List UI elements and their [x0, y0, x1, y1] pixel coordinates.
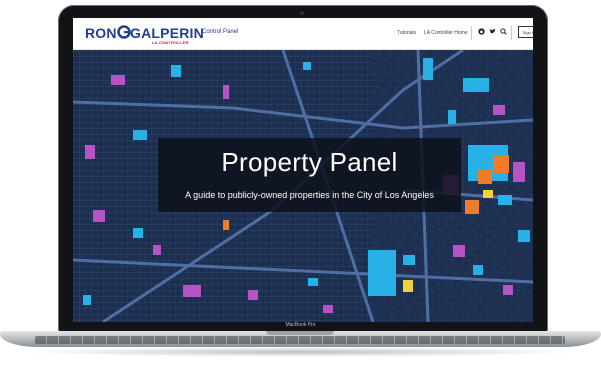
hero-banner: Property Panel A guide to publicly-owned… [158, 138, 461, 212]
webcam [300, 11, 304, 15]
nav-link-controller-home[interactable]: LA Controller Home [424, 30, 468, 36]
nav-divider [471, 26, 472, 40]
laptop-shadow [20, 347, 581, 357]
sign-in-button[interactable]: Sign In [518, 26, 533, 38]
hero-title: Property Panel [221, 147, 398, 177]
top-navbar: RON GALPERIN LA CONTROLLER Control Panel… [73, 18, 533, 50]
laptop-notch [266, 331, 334, 335]
browser-viewport: RON GALPERIN LA CONTROLLER Control Panel… [73, 18, 533, 322]
nav-divider [511, 26, 512, 40]
device-label: MacBook Pro [285, 322, 316, 328]
brand-first-name[interactable]: RON [85, 25, 117, 41]
brand-logo-icon[interactable] [117, 25, 131, 39]
brand-last-name[interactable]: GALPERIN [130, 25, 204, 41]
hero-subtitle: A guide to publicly-owned properties in … [185, 190, 434, 200]
github-icon[interactable] [478, 28, 485, 37]
twitter-icon[interactable] [489, 28, 496, 37]
search-icon[interactable] [500, 28, 507, 37]
brand-subtitle: LA CONTROLLER [152, 40, 189, 45]
nav-link-tutorials[interactable]: Tutorials [397, 30, 416, 36]
section-title[interactable]: Control Panel [202, 29, 238, 35]
laptop-keyboard [35, 336, 565, 344]
